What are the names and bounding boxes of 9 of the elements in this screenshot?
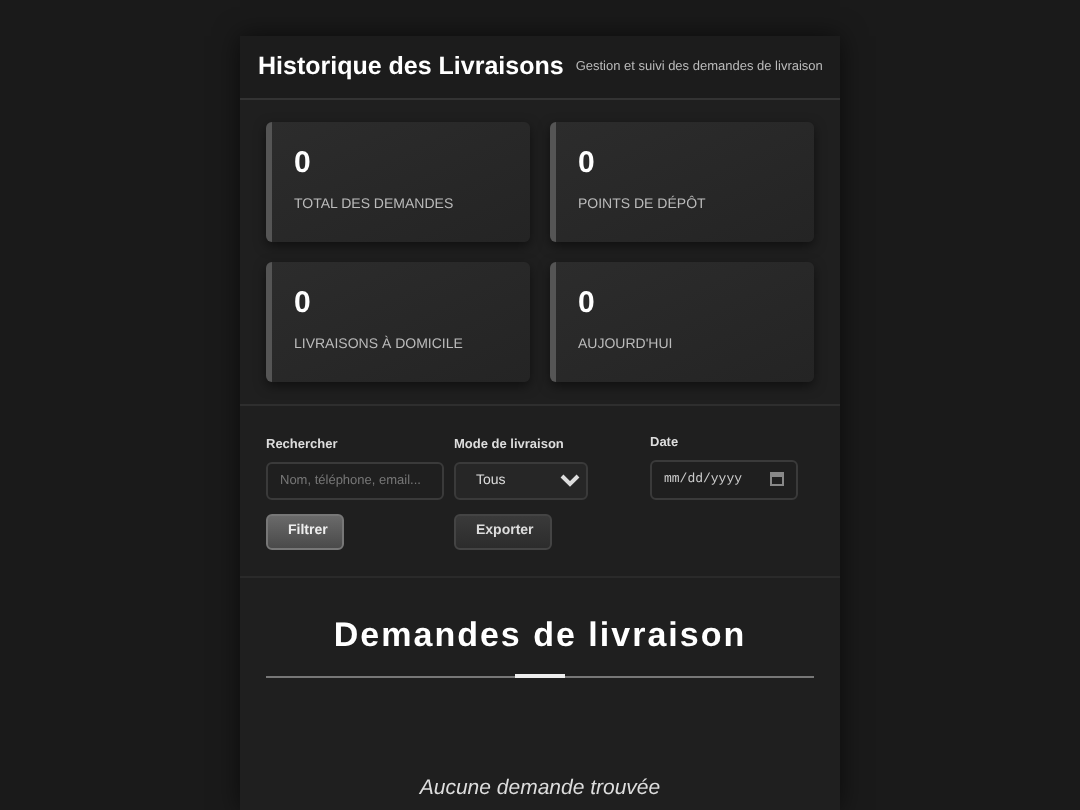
stat-value: 0 bbox=[294, 288, 313, 318]
stat-value: 0 bbox=[294, 148, 313, 178]
empty-message: Aucune demande trouvée bbox=[419, 774, 661, 805]
section-title: Demandes de livraison bbox=[333, 613, 747, 658]
stat-value: 0 bbox=[578, 288, 597, 318]
calendar-icon bbox=[770, 472, 784, 487]
title-underline-accent bbox=[515, 674, 565, 679]
page-title: Historique des Livraisons bbox=[258, 50, 564, 85]
stat-value: 0 bbox=[578, 148, 597, 178]
